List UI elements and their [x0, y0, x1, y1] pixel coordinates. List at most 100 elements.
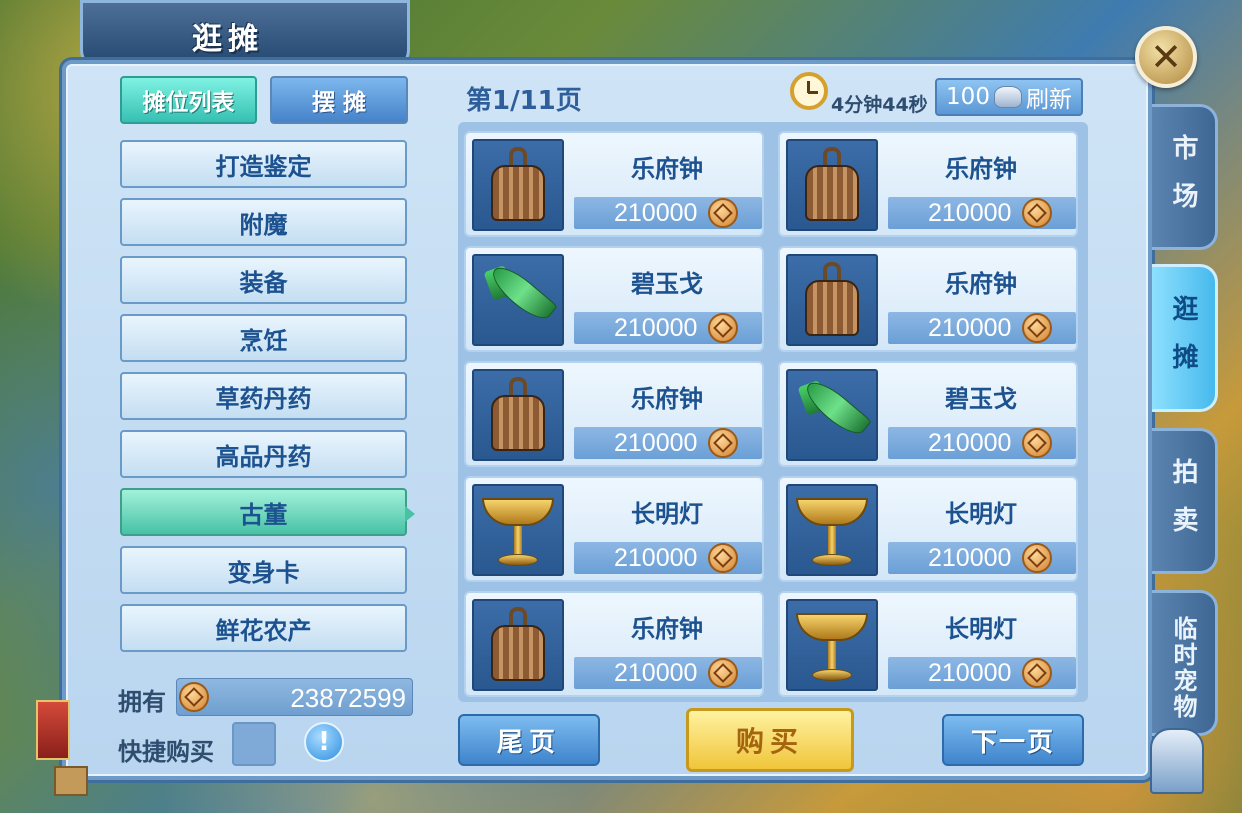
category-cooking[interactable]: 烹饪	[120, 314, 407, 362]
item-card[interactable]: 长明灯 210000	[778, 591, 1078, 697]
refresh-button[interactable]: 100 刷新	[935, 78, 1083, 116]
window-title: 逛摊	[192, 22, 264, 57]
item-card[interactable]: 乐府钟 210000	[464, 131, 764, 237]
copper-coin-icon	[708, 658, 738, 688]
category-flowers-farm[interactable]: 鲜花农产	[120, 604, 407, 652]
category-herb-pills[interactable]: 草药丹药	[120, 372, 407, 420]
price-bar: 210000	[574, 197, 762, 229]
category-enchant[interactable]: 附魔	[120, 198, 407, 246]
item-name: 乐府钟	[945, 155, 1017, 183]
item-name: 乐府钟	[631, 155, 703, 183]
item-price: 210000	[928, 544, 1012, 572]
copper-coin-icon	[708, 428, 738, 458]
close-button[interactable]: ✕	[1135, 26, 1197, 88]
price-bar: 210000	[574, 427, 762, 459]
item-thumbnail	[786, 369, 878, 461]
quick-buy-label: 快捷购买	[118, 738, 214, 766]
bell-icon	[489, 607, 547, 683]
bell-icon	[489, 377, 547, 453]
item-name: 乐府钟	[631, 385, 703, 413]
last-page-button[interactable]: 尾页	[458, 714, 600, 766]
side-tab-market[interactable]: 市场	[1152, 104, 1218, 250]
item-name: 碧玉戈	[945, 385, 1017, 413]
decorative-banner-icon	[26, 690, 88, 800]
copper-coin-icon	[179, 682, 209, 712]
item-thumbnail	[472, 599, 564, 691]
copper-coin-icon	[1022, 313, 1052, 343]
item-name: 长明灯	[631, 500, 703, 528]
bell-icon	[803, 147, 861, 223]
item-price: 210000	[928, 659, 1012, 687]
copper-coin-icon	[708, 543, 738, 573]
refresh-label: 刷新	[1025, 87, 1072, 113]
decorative-pagoda-icon	[1140, 718, 1210, 798]
copper-coin-icon	[708, 313, 738, 343]
item-thumbnail	[786, 484, 878, 576]
item-card[interactable]: 乐府钟 210000	[778, 131, 1078, 237]
copper-coin-icon	[1022, 198, 1052, 228]
category-transform-card[interactable]: 变身卡	[120, 546, 407, 594]
lamp-icon	[476, 488, 560, 572]
next-page-button[interactable]: 下一页	[942, 714, 1084, 766]
item-name: 乐府钟	[631, 615, 703, 643]
item-card[interactable]: 乐府钟 210000	[778, 246, 1078, 352]
item-name: 碧玉戈	[631, 270, 703, 298]
price-bar: 210000	[888, 197, 1076, 229]
category-antiques[interactable]: 古董	[120, 488, 415, 536]
item-card[interactable]: 长明灯 210000	[464, 476, 764, 582]
item-price: 210000	[928, 429, 1012, 457]
item-price: 210000	[614, 429, 698, 457]
item-thumbnail	[472, 254, 564, 346]
bell-icon	[489, 147, 547, 223]
item-price: 210000	[928, 199, 1012, 227]
item-card[interactable]: 乐府钟 210000	[464, 591, 764, 697]
bell-icon	[803, 262, 861, 338]
category-premium-pills[interactable]: 高品丹药	[120, 430, 407, 478]
item-card[interactable]: 碧玉戈 210000	[778, 361, 1078, 467]
category-forge-appraise[interactable]: 打造鉴定	[120, 140, 407, 188]
close-icon: ✕	[1150, 35, 1182, 79]
clock-icon	[790, 72, 828, 110]
item-price: 210000	[614, 199, 698, 227]
copper-coin-icon	[1022, 428, 1052, 458]
price-bar: 210000	[574, 312, 762, 344]
item-name: 乐府钟	[945, 270, 1017, 298]
price-bar: 210000	[574, 657, 762, 689]
price-bar: 210000	[888, 657, 1076, 689]
refresh-cost: 100	[946, 84, 990, 110]
owned-value: 23872599	[290, 683, 406, 713]
item-thumbnail	[786, 599, 878, 691]
quick-buy-checkbox[interactable]	[232, 722, 276, 766]
refresh-timer: 4分钟44秒	[831, 94, 928, 116]
side-tab-auction[interactable]: 拍卖	[1152, 428, 1218, 574]
item-price: 210000	[614, 314, 698, 342]
page-indicator: 第1/11页	[466, 86, 582, 116]
jade-dagger-icon	[478, 259, 558, 340]
silver-ingot-icon	[993, 86, 1022, 108]
owned-currency-box: 23872599	[176, 678, 413, 716]
item-thumbnail	[472, 369, 564, 461]
price-bar: 210000	[888, 312, 1076, 344]
side-tab-temp-pet[interactable]: 临时宠物	[1152, 590, 1218, 736]
copper-coin-icon	[1022, 543, 1052, 573]
copper-coin-icon	[1022, 658, 1052, 688]
buy-button[interactable]: 购买	[686, 708, 854, 772]
price-bar: 210000	[888, 542, 1076, 574]
tab-set-up-stall[interactable]: 摆 摊	[270, 76, 408, 124]
item-thumbnail	[472, 139, 564, 231]
lamp-icon	[790, 603, 874, 687]
item-card[interactable]: 碧玉戈 210000	[464, 246, 764, 352]
item-name: 长明灯	[945, 615, 1017, 643]
owned-label: 拥有	[118, 688, 166, 716]
item-price: 210000	[928, 314, 1012, 342]
info-icon[interactable]: !	[304, 722, 344, 762]
tab-stall-list[interactable]: 摊位列表	[120, 76, 257, 124]
item-price: 210000	[614, 544, 698, 572]
category-equipment[interactable]: 装备	[120, 256, 407, 304]
item-card[interactable]: 乐府钟 210000	[464, 361, 764, 467]
side-tab-browse-stalls[interactable]: 逛摊	[1152, 264, 1218, 412]
item-thumbnail	[472, 484, 564, 576]
item-price: 210000	[614, 659, 698, 687]
item-card[interactable]: 长明灯 210000	[778, 476, 1078, 582]
copper-coin-icon	[708, 198, 738, 228]
